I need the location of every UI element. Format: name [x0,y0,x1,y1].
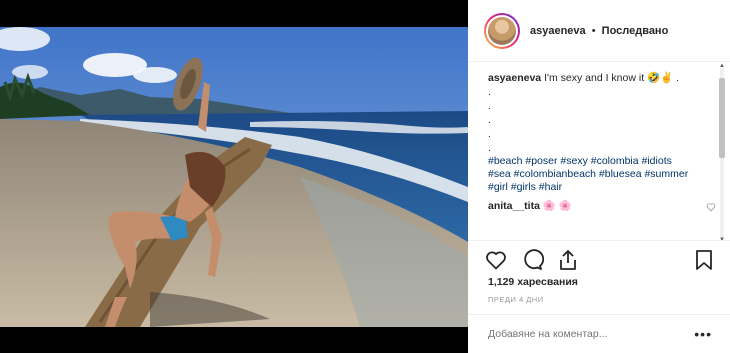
post-sidebar: asyaeneva • Последвано asyaeneva I'm sex… [468,0,730,353]
caption: asyaeneva I'm sexy and I know it 🤣✌ . [488,72,716,85]
hashtag-line-3[interactable]: #girl #girls #hair [488,181,562,193]
bookmark-icon[interactable] [692,248,716,272]
post-actions [468,240,730,278]
beach-photo-illustration [0,27,468,327]
share-icon[interactable] [556,248,580,272]
scroll-thumb[interactable] [719,78,725,158]
header-separator: • [591,24,596,37]
dot-line: . [488,114,491,126]
post-photo[interactable] [0,27,468,327]
header-username[interactable]: asyaeneva [530,25,586,37]
avatar[interactable] [484,12,520,49]
hashtags: #beach #poser #sexy #colombia #idiots #s… [488,155,716,194]
hashtag-line-1[interactable]: #beach #poser #sexy #colombia #idiots [488,155,672,167]
add-comment-input[interactable] [488,328,678,340]
comment-text: 🌸 🌸 [542,200,572,212]
caption-text: I'm sexy and I know it [544,72,645,84]
dot-line: . [488,100,491,112]
comment-heart-icon[interactable] [706,202,716,212]
dot-line: . [488,86,491,98]
instagram-post-viewer: asyaeneva • Последвано asyaeneva I'm sex… [0,0,730,353]
comment-username[interactable]: anita__tita [488,200,540,212]
follow-status-button[interactable]: Последвано [602,25,669,37]
caption-dot-lines: . . . . . [488,85,716,155]
comments-scrollbar[interactable]: ▲ ▼ [718,63,726,243]
comment-item: anita__tita 🌸 🌸 [488,200,716,213]
add-comment-bar: ••• [468,314,730,353]
heart-icon[interactable] [484,248,508,272]
post-header: asyaeneva • Последвано [468,0,730,62]
likes-count[interactable]: 1,129 харесвания [488,276,578,288]
dot-line: . [488,128,491,140]
more-options-icon[interactable]: ••• [694,327,712,341]
caption-tail: . [676,72,680,84]
dot-line: . [488,142,491,154]
caption-username[interactable]: asyaeneva [488,72,541,84]
comments-list: asyaeneva I'm sexy and I know it 🤣✌ . . … [468,62,730,237]
hashtag-line-2[interactable]: #sea #colombianbeach #bluesea #summer [488,168,688,180]
caption-emoji: 🤣✌ [647,72,674,84]
comment-icon[interactable] [520,248,544,272]
post-timestamp[interactable]: ПРЕДИ 4 ДНИ [488,295,544,304]
